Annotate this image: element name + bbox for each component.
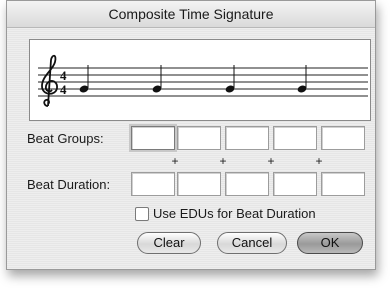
beat-group-input-1[interactable] (131, 126, 175, 150)
cancel-button[interactable]: Cancel (217, 232, 287, 254)
use-edus-label[interactable]: Use EDUs for Beat Duration (153, 206, 316, 221)
beat-group-input-3[interactable] (225, 126, 269, 150)
plus-sign: + (171, 154, 179, 168)
note (225, 65, 235, 93)
note (152, 65, 162, 93)
clear-button[interactable]: Clear (137, 232, 201, 254)
beat-duration-input-1[interactable] (131, 172, 175, 196)
plus-sign: + (315, 154, 323, 168)
staff-preview: 4 4 (29, 39, 371, 121)
treble-clef-icon (41, 54, 58, 107)
beat-duration-input-4[interactable] (273, 172, 317, 196)
title-bar[interactable]: Composite Time Signature (7, 1, 375, 28)
dialog-window: Composite Time Signature 4 4 Beat Groups… (6, 0, 376, 270)
time-signature-denominator: 4 (60, 82, 67, 97)
time-signature-numerator: 4 (60, 68, 67, 83)
beat-group-input-5[interactable] (321, 126, 365, 150)
dialog-title: Composite Time Signature (108, 6, 274, 22)
ok-button[interactable]: OK (297, 232, 363, 254)
beat-duration-input-3[interactable] (225, 172, 269, 196)
beat-duration-input-5[interactable] (321, 172, 365, 196)
beat-duration-input-2[interactable] (177, 172, 221, 196)
note (79, 65, 89, 93)
beat-groups-label: Beat Groups: (27, 131, 104, 146)
note (297, 65, 307, 93)
staff-svg: 4 4 (38, 54, 368, 107)
beat-group-input-2[interactable] (177, 126, 221, 150)
beat-duration-label: Beat Duration: (27, 177, 111, 192)
plus-sign: + (267, 154, 275, 168)
use-edus-checkbox[interactable] (135, 207, 149, 221)
plus-sign: + (219, 154, 227, 168)
beat-group-input-4[interactable] (273, 126, 317, 150)
